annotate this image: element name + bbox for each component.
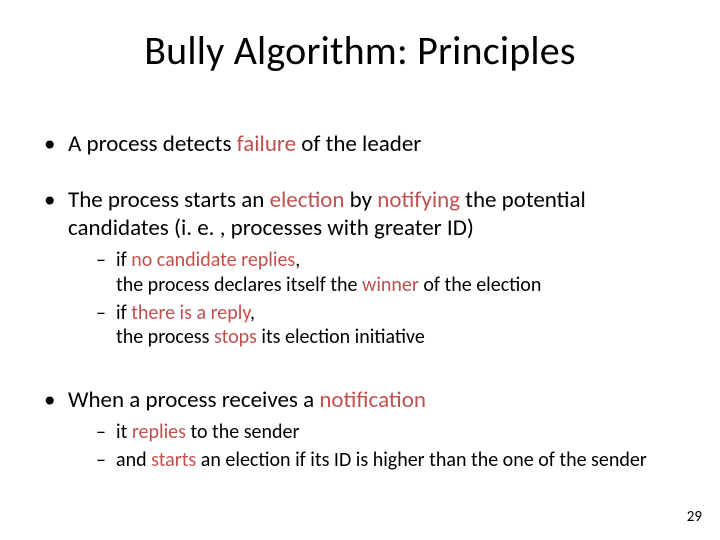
sub-bullet-3-1: it replies to the sender (96, 420, 678, 444)
text: of the election (419, 273, 542, 297)
highlight: failure (237, 130, 296, 158)
text: an election if its ID is higher than the… (196, 448, 647, 472)
bullet-2: The process starts an election by notify… (42, 186, 678, 350)
highlight: stops (214, 325, 257, 349)
sub-bullet-2-2: if there is a reply, the process stops i… (96, 301, 678, 350)
page-number: 29 (687, 508, 702, 526)
highlight: notification (319, 386, 426, 414)
highlight: starts (151, 448, 196, 472)
highlight: winner (362, 273, 419, 297)
text: When a process receives a (68, 386, 319, 414)
slide: Bully Algorithm: Principles A process de… (0, 0, 720, 540)
highlight: notifying (377, 186, 460, 214)
bullet-3: When a process receives a notification i… (42, 386, 678, 473)
text: The process starts an (68, 186, 270, 214)
slide-body: A process detects failure of the leader … (42, 130, 678, 501)
text: by (344, 186, 377, 214)
sub-bullet-2-1: if no candidate replies, the process dec… (96, 248, 678, 297)
text: , (295, 248, 300, 272)
highlight: replies (132, 420, 186, 444)
sub-bullet-3-2: and starts an election if its ID is high… (96, 448, 678, 472)
highlight: election (270, 186, 345, 214)
text: A process detects (68, 130, 237, 158)
text: if (116, 301, 131, 325)
slide-title: Bully Algorithm: Principles (0, 26, 720, 75)
text: and (116, 448, 151, 472)
text: it (116, 420, 132, 444)
text: , (250, 301, 255, 325)
highlight: there is a reply (131, 301, 250, 325)
text: the process (116, 325, 214, 349)
text: to the sender (186, 420, 300, 444)
bullet-list: A process detects failure of the leader … (42, 130, 678, 473)
sub-bullet-list: it replies to the sender and starts an e… (68, 420, 678, 473)
text: its election initiative (257, 325, 425, 349)
sub-bullet-list: if no candidate replies, the process dec… (68, 248, 678, 350)
text: the process declares itself the (116, 273, 362, 297)
text: of the leader (296, 130, 421, 158)
highlight: no candidate replies (131, 248, 295, 272)
text: if (116, 248, 131, 272)
bullet-1: A process detects failure of the leader (42, 130, 678, 158)
